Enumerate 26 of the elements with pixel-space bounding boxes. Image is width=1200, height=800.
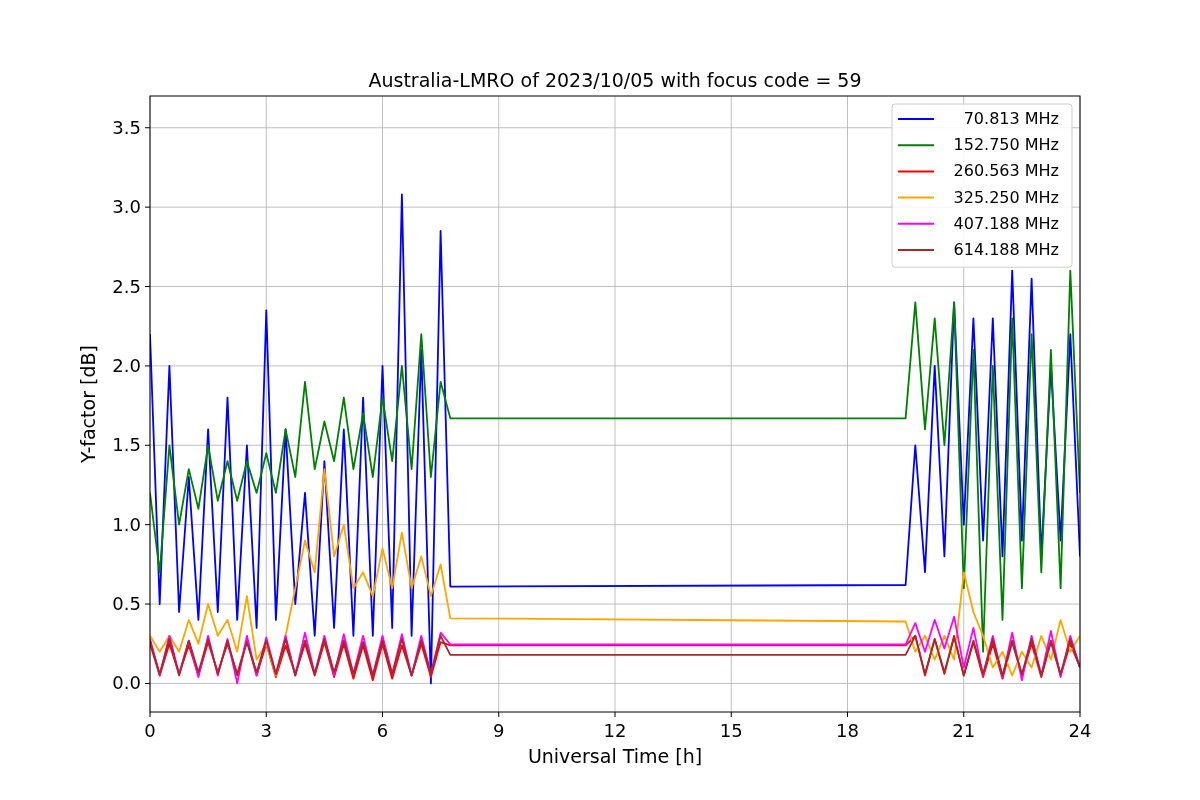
y-tick-label: 1.5 xyxy=(112,434,141,456)
y-axis-label: Y-factor [dB] xyxy=(77,345,99,463)
legend-label: 407.188 MHz xyxy=(953,213,1059,233)
x-axis-label: Universal Time [h] xyxy=(527,745,703,767)
chart-title: Australia-LMRO of 2023/10/05 with focus code = 59 xyxy=(368,69,862,91)
legend-label: 70.813 MHz xyxy=(963,109,1059,128)
x-tick-label: 3 xyxy=(260,720,272,741)
legend-label: 614.188 MHz xyxy=(953,240,1059,259)
y-tick-label: 2.5 xyxy=(112,275,141,297)
legend-label: 325.250 MHz xyxy=(953,187,1059,207)
x-tick-label: 21 xyxy=(952,720,976,741)
x-tick-label: 12 xyxy=(603,720,627,741)
y-tick-label: 1.0 xyxy=(112,513,141,535)
x-tick-label: 6 xyxy=(376,720,389,741)
x-tick-label: 0 xyxy=(144,720,156,741)
x-tick-label: 15 xyxy=(719,720,743,741)
x-tick-label: 18 xyxy=(836,720,859,741)
y-tick-label: 3.5 xyxy=(112,116,141,138)
x-tick-label: 9 xyxy=(493,720,505,741)
y-tick-label: 3.0 xyxy=(112,196,141,218)
y-tick-label: 0.5 xyxy=(112,593,141,615)
y-tick-label: 0.0 xyxy=(112,672,141,694)
legend-label: 152.750 MHz xyxy=(953,135,1059,155)
y-tick-label: 2.0 xyxy=(112,354,141,376)
x-tick-label: 24 xyxy=(1068,720,1092,741)
legend-label: 260.563 MHz xyxy=(953,161,1059,181)
